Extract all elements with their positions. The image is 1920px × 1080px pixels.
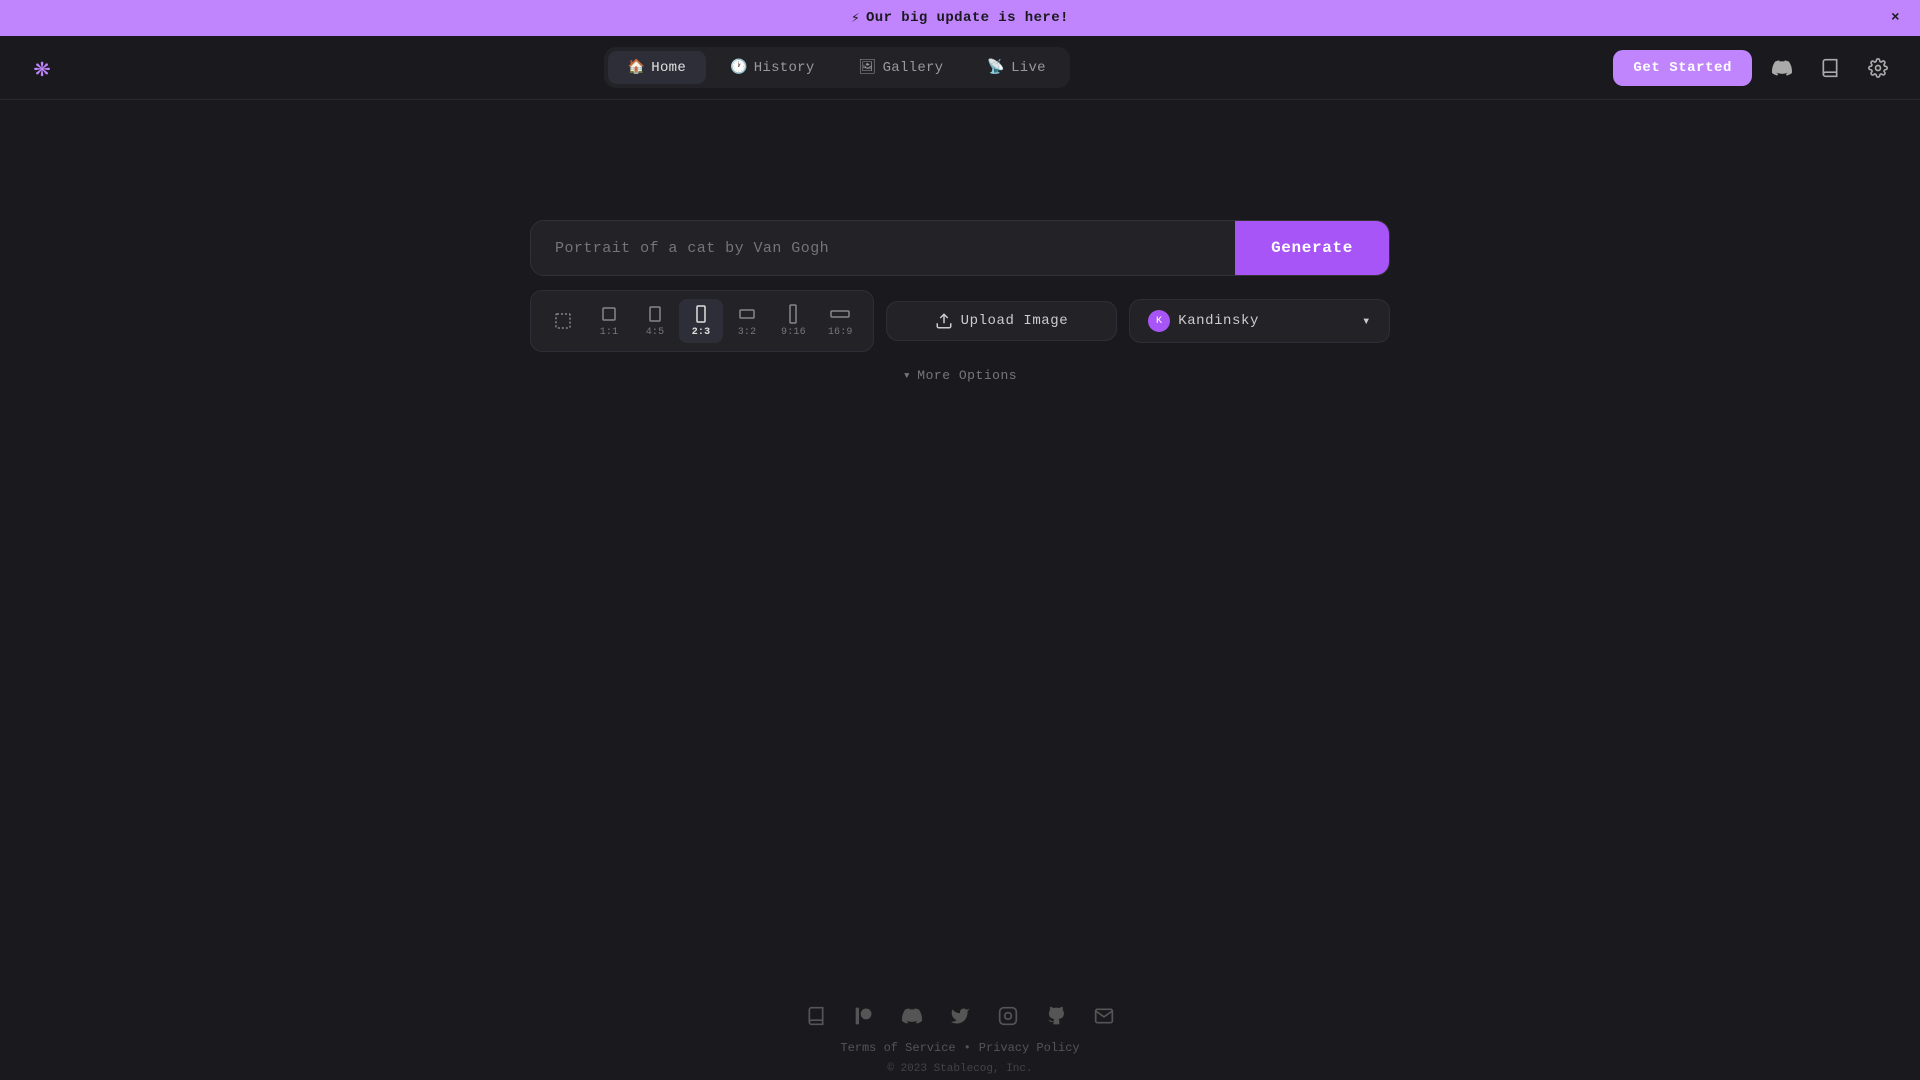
footer-patreon-icon[interactable]	[854, 1006, 874, 1033]
ar-1-1[interactable]: 1:1	[587, 299, 631, 343]
ar-2-3[interactable]: 2:3	[679, 299, 723, 343]
controls-row: 1:1 4:5 2:3	[530, 290, 1390, 352]
footer-links: Terms of Service • Privacy Policy	[840, 1041, 1079, 1055]
tab-home[interactable]: 🏠 Home	[608, 51, 706, 84]
model-left: K Kandinsky	[1148, 310, 1259, 332]
tab-history[interactable]: 🕐 History	[710, 51, 835, 84]
prompt-input[interactable]	[531, 221, 1235, 275]
terms-of-service-link[interactable]: Terms of Service	[840, 1041, 955, 1055]
footer-github-icon[interactable]	[1046, 1006, 1066, 1033]
more-options-button[interactable]: ▾ More Options	[903, 368, 1017, 383]
history-icon: 🕐	[730, 59, 748, 76]
footer-separator: •	[964, 1041, 971, 1055]
tab-live-label: Live	[1011, 60, 1046, 76]
banner-text: Our big update is here!	[866, 10, 1069, 26]
nav-right: Get Started	[1613, 50, 1896, 86]
discord-button[interactable]	[1764, 50, 1800, 86]
generate-button[interactable]: Generate	[1235, 221, 1389, 275]
ar-16-9[interactable]: 16:9	[818, 299, 863, 343]
privacy-policy-link[interactable]: Privacy Policy	[979, 1041, 1080, 1055]
main-content: Generate 1:1	[0, 100, 1920, 383]
footer-discord-icon[interactable]	[902, 1006, 922, 1033]
prompt-container: Generate	[530, 220, 1390, 276]
chevron-down-icon: ▾	[1362, 313, 1371, 330]
model-dropdown[interactable]: K Kandinsky ▾	[1129, 299, 1390, 343]
footer-book-icon[interactable]	[806, 1006, 826, 1033]
footer-instagram-icon[interactable]	[998, 1006, 1018, 1033]
footer-mail-icon[interactable]	[1094, 1006, 1114, 1033]
ar-free[interactable]	[541, 306, 585, 336]
ar-9-16[interactable]: 9:16	[771, 299, 816, 343]
upload-label: Upload Image	[961, 313, 1069, 329]
get-started-button[interactable]: Get Started	[1613, 50, 1752, 86]
model-name: Kandinsky	[1178, 313, 1259, 329]
chevron-down-icon: ▾	[903, 368, 911, 383]
aspect-ratio-selector: 1:1 4:5 2:3	[530, 290, 874, 352]
model-icon: K	[1148, 310, 1170, 332]
ar-4-5[interactable]: 4:5	[633, 299, 677, 343]
logo[interactable]: ❋	[24, 50, 60, 86]
upload-image-button[interactable]: Upload Image	[886, 301, 1118, 341]
footer: Terms of Service • Privacy Policy © 2023…	[0, 1000, 1920, 1080]
tab-gallery-label: Gallery	[883, 60, 944, 76]
navbar: ❋ 🏠 Home 🕐 History 🖼 Gallery 📡 Live Get …	[0, 36, 1920, 100]
tab-home-label: Home	[651, 60, 686, 76]
live-icon: 📡	[987, 59, 1005, 76]
logo-icon: ❋	[34, 50, 51, 85]
banner-close-button[interactable]: ×	[1891, 11, 1900, 25]
ar-3-2[interactable]: 3:2	[725, 299, 769, 343]
notification-banner: ⚡ Our big update is here! ×	[0, 0, 1920, 36]
book-icon	[1820, 58, 1840, 78]
docs-button[interactable]	[1812, 50, 1848, 86]
home-icon: 🏠	[628, 59, 646, 76]
tab-gallery[interactable]: 🖼 Gallery	[839, 51, 964, 84]
settings-icon	[1868, 58, 1888, 78]
settings-button[interactable]	[1860, 50, 1896, 86]
nav-tabs: 🏠 Home 🕐 History 🖼 Gallery 📡 Live	[604, 47, 1070, 88]
gallery-icon: 🖼	[859, 59, 877, 76]
discord-icon	[1772, 58, 1792, 78]
footer-copyright: © 2023 Stablecog, Inc.	[887, 1063, 1032, 1075]
upload-icon	[935, 312, 953, 330]
lightning-icon: ⚡	[851, 10, 860, 27]
more-options-label: More Options	[917, 368, 1017, 383]
tab-live[interactable]: 📡 Live	[967, 51, 1065, 84]
tab-history-label: History	[754, 60, 815, 76]
footer-icons	[806, 1006, 1114, 1033]
footer-twitter-icon[interactable]	[950, 1006, 970, 1033]
